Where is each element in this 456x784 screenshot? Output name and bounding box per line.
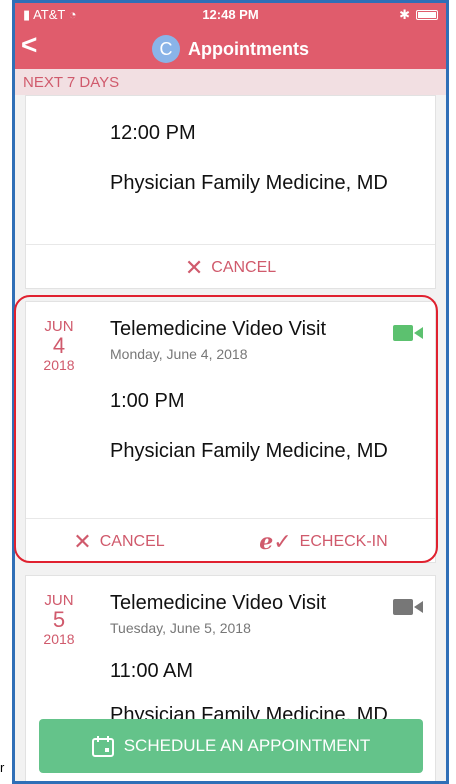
appointment-card[interactable]: 12:00 PM Physician Family Medicine, MD ✕… <box>25 95 436 289</box>
appointment-provider: Physician Family Medicine, MD <box>110 172 388 194</box>
appointment-provider: Physician Family Medicine, MD <box>110 440 388 462</box>
phone-frame: ▮ AT&T ◔ 12:48 PM ✱ < C Appointments NEX… <box>12 0 449 784</box>
echeck-in-icon: ℯ✓ <box>259 528 292 554</box>
appointment-title: Telemedicine Video Visit <box>110 318 327 340</box>
avatar[interactable]: C <box>152 35 180 63</box>
appointment-date-text: Monday, June 4, 2018 <box>110 346 248 362</box>
video-camera-icon <box>393 325 423 341</box>
bluetooth-icon: ✱ <box>399 7 410 22</box>
appointment-time: 11:00 AM <box>110 660 194 682</box>
appointment-time: 12:00 PM <box>110 122 196 144</box>
close-x-icon: ✕ <box>73 528 92 554</box>
calendar-icon <box>91 736 114 757</box>
section-header: NEXT 7 DAYS <box>15 69 446 95</box>
echeck-in-label: ECHECK-IN <box>299 532 388 550</box>
battery-icon <box>416 10 438 20</box>
schedule-appointment-button[interactable]: SCHEDULE AN APPOINTMENT <box>39 719 423 773</box>
appointment-date-text: Tuesday, June 5, 2018 <box>110 620 251 636</box>
date-year: 2018 <box>43 631 75 647</box>
cancel-label: CANCEL <box>211 258 277 276</box>
date-year: 2018 <box>43 357 75 373</box>
appointment-actions: ✕ CANCEL ℯ✓ ECHECK-IN <box>26 518 435 564</box>
page-title: Appointments <box>188 38 309 59</box>
edge-text: r <box>0 760 5 775</box>
appointment-time: 1:00 PM <box>110 390 185 412</box>
echeck-in-button[interactable]: ℯ✓ ECHECK-IN <box>259 529 387 555</box>
video-camera-icon <box>393 599 423 615</box>
close-x-icon: ✕ <box>184 254 204 280</box>
cancel-label: CANCEL <box>99 532 165 550</box>
cancel-button[interactable]: ✕ CANCEL <box>73 529 164 555</box>
nav-title-group: C Appointments <box>15 35 446 63</box>
date-block: JUN 4 2018 <box>38 318 80 373</box>
status-right: ✱ <box>399 7 438 23</box>
appointment-title: Telemedicine Video Visit <box>110 592 327 614</box>
cancel-button[interactable]: ✕ CANCEL <box>185 255 276 281</box>
date-day: 4 <box>52 333 66 358</box>
appointment-actions: ✕ CANCEL <box>26 244 435 290</box>
date-block: JUN 5 2018 <box>38 592 80 647</box>
appointment-card[interactable]: JUN 4 2018 Telemedicine Video Visit Mond… <box>25 301 436 563</box>
nav-bar: < C Appointments <box>15 25 446 69</box>
date-day: 5 <box>52 607 66 632</box>
schedule-button-label: SCHEDULE AN APPOINTMENT <box>123 736 371 755</box>
status-bar: ▮ AT&T ◔ 12:48 PM ✱ <box>15 3 446 25</box>
status-time: 12:48 PM <box>202 7 259 22</box>
